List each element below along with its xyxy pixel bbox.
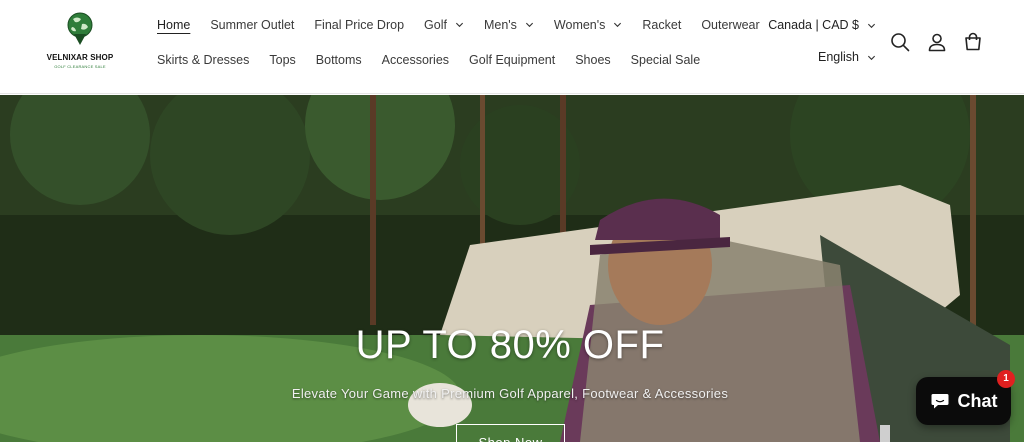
nav-item-special-sale[interactable]: Special Sale bbox=[631, 51, 701, 68]
chat-bubble-icon bbox=[931, 394, 948, 409]
chat-label: Chat bbox=[957, 390, 998, 411]
cart-icon bbox=[965, 32, 981, 51]
nav-label: Golf bbox=[424, 17, 447, 32]
search-button[interactable] bbox=[889, 31, 911, 53]
nav-label: Outerwear bbox=[701, 17, 760, 32]
nav-item-home[interactable]: Home bbox=[157, 16, 190, 33]
nav-label: Women's bbox=[553, 17, 606, 32]
country-label: Canada | CAD $ bbox=[768, 18, 859, 32]
nav-label: Home bbox=[157, 17, 191, 32]
chevron-down-icon bbox=[867, 23, 876, 28]
nav-item-mens[interactable]: Men's bbox=[484, 16, 534, 33]
chevron-down-icon bbox=[455, 22, 464, 28]
account-button[interactable] bbox=[926, 31, 948, 53]
cart-button[interactable] bbox=[962, 31, 984, 53]
nav-item-skirts-dresses[interactable]: Skirts & Dresses bbox=[157, 51, 249, 68]
nav-label: Tops bbox=[269, 52, 296, 67]
nav-item-tops[interactable]: Tops bbox=[269, 51, 295, 68]
nav-item-racket[interactable]: Racket bbox=[642, 16, 681, 33]
brand-tagline: GOLF CLEARANCE SALE bbox=[54, 64, 106, 69]
secondary-nav: Skirts & Dresses Tops Bottoms Accessorie… bbox=[157, 51, 720, 68]
language-label: English bbox=[818, 50, 859, 64]
hero-title: UP TO 80% OFF bbox=[355, 323, 665, 367]
nav-label: Men's bbox=[483, 17, 517, 32]
nav-item-outerwear[interactable]: Outerwear bbox=[701, 16, 759, 33]
nav-label: Accessories bbox=[381, 52, 450, 67]
nav-label: Bottoms bbox=[315, 52, 362, 67]
nav-item-bottoms[interactable]: Bottoms bbox=[316, 51, 362, 68]
site-header: VELNIXAR SHOP GOLF CLEARANCE SALE Home S… bbox=[0, 0, 1024, 94]
main-nav: Home Summer Outlet Final Price Drop Golf… bbox=[157, 16, 780, 33]
nav-label: Special Sale bbox=[630, 52, 701, 67]
nav-label: Shoes bbox=[575, 52, 611, 67]
chat-button[interactable]: Chat bbox=[916, 377, 1011, 425]
nav-label: Racket bbox=[642, 17, 682, 32]
brand-name: VELNIXAR SHOP bbox=[46, 53, 114, 62]
hero-banner: UP TO 80% OFF Elevate Your Game with Pre… bbox=[0, 95, 1024, 442]
globe-pin-icon bbox=[67, 12, 93, 45]
shop-now-button[interactable]: Shop Now bbox=[456, 424, 565, 442]
hero-subtitle: Elevate Your Game with Premium Golf Appa… bbox=[291, 386, 729, 401]
nav-item-accessories[interactable]: Accessories bbox=[382, 51, 449, 68]
nav-label: Golf Equipment bbox=[469, 52, 556, 67]
nav-item-final-price-drop[interactable]: Final Price Drop bbox=[314, 16, 404, 33]
language-selector[interactable]: English bbox=[818, 50, 876, 64]
search-icon bbox=[891, 33, 910, 52]
nav-label: Summer Outlet bbox=[210, 17, 295, 32]
nav-label: Final Price Drop bbox=[314, 17, 405, 32]
logo[interactable]: VELNIXAR SHOP GOLF CLEARANCE SALE bbox=[44, 12, 116, 74]
nav-label: Skirts & Dresses bbox=[157, 52, 250, 67]
nav-item-shoes[interactable]: Shoes bbox=[575, 51, 610, 68]
nav-item-summer-outlet[interactable]: Summer Outlet bbox=[210, 16, 294, 33]
chevron-down-icon bbox=[525, 22, 533, 28]
chevron-down-icon bbox=[867, 55, 876, 60]
country-selector[interactable]: Canada | CAD $ bbox=[768, 18, 876, 32]
nav-item-golf[interactable]: Golf bbox=[424, 16, 464, 33]
nav-item-womens[interactable]: Women's bbox=[554, 16, 622, 33]
chevron-down-icon bbox=[614, 22, 622, 28]
account-icon bbox=[928, 33, 946, 52]
nav-item-golf-equipment[interactable]: Golf Equipment bbox=[469, 51, 555, 68]
chat-notification-badge: 1 bbox=[997, 370, 1015, 388]
